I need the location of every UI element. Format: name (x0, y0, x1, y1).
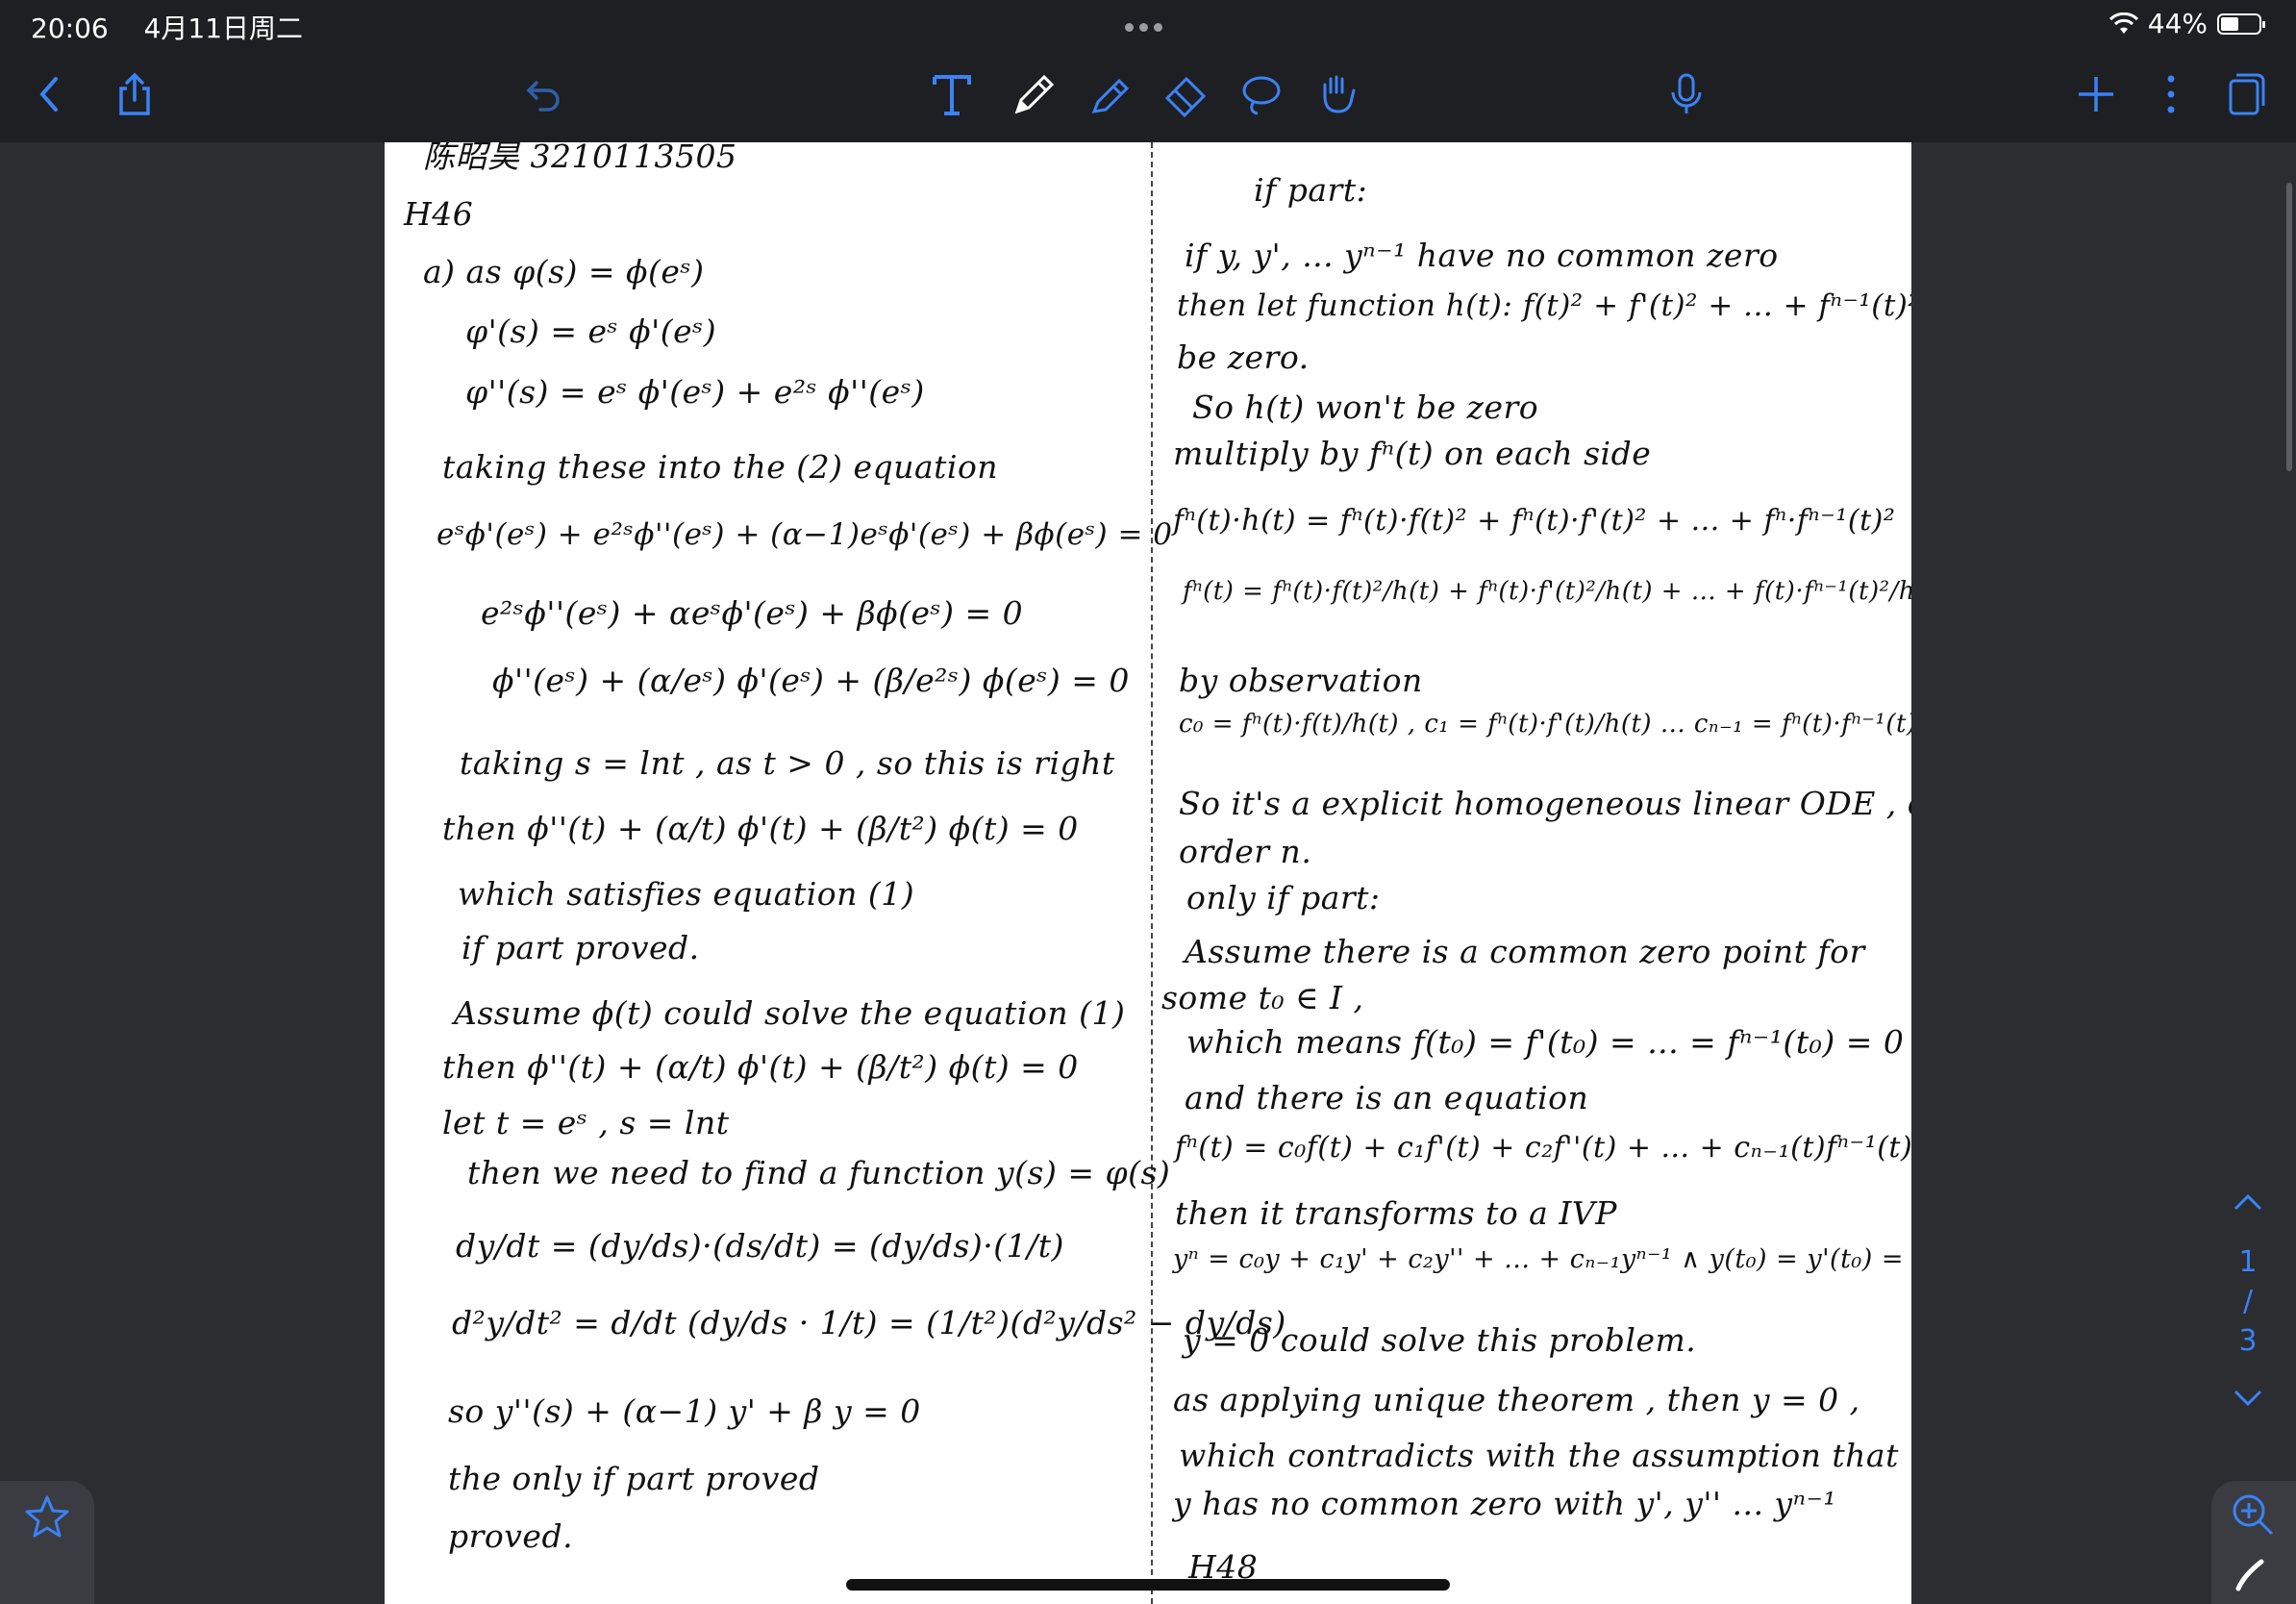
back-icon[interactable] (21, 65, 79, 123)
note-line: 陈昭昊 3210113505 (423, 142, 737, 175)
note-line: eˢϕ'(eˢ) + e²ˢϕ''(eˢ) + (α−1)eˢϕ'(eˢ) + … (437, 517, 1173, 552)
eraser-tool-icon[interactable] (1158, 65, 1215, 123)
wifi-icon (2109, 12, 2138, 34)
note-line: Assume there is a common zero point for (1185, 933, 1865, 970)
page-separator: / (2242, 1285, 2254, 1318)
star-icon (25, 1495, 69, 1538)
note-line: proved. (448, 1517, 574, 1555)
note-line: fⁿ(t) = fⁿ(t)·f(t)²/h(t) + fⁿ(t)·f'(t)²/… (1183, 577, 1911, 606)
multitasking-dots-icon[interactable] (1125, 17, 1171, 32)
note-line: then let function h(t): f(t)² + f'(t)² +… (1177, 288, 1911, 323)
note-line: which means f(t₀) = f'(t₀) = ... = fⁿ⁻¹(… (1186, 1023, 1905, 1061)
note-line: So it's a explicit homogeneous linear OD… (1179, 785, 1911, 822)
note-line: only if part: (1186, 879, 1381, 916)
highlighter-tool-icon[interactable] (1083, 65, 1140, 123)
note-line: Assume ϕ(t) could solve the equation (1) (454, 994, 1126, 1032)
microphone-icon[interactable] (1658, 65, 1715, 123)
note-line: if part: (1254, 171, 1368, 209)
hand-tool-icon[interactable] (1308, 65, 1365, 123)
more-icon[interactable] (2142, 65, 2200, 123)
note-line: and there is an equation (1185, 1079, 1589, 1116)
lasso-tool-icon[interactable] (1233, 65, 1290, 123)
page-navigator: 1 / 3 (2221, 1181, 2275, 1422)
note-line: c₀ = fⁿ(t)·f(t)/h(t) , c₁ = fⁿ(t)·f'(t)/… (1179, 710, 1911, 739)
note-line: then we need to find a function y(s) = φ… (467, 1154, 1171, 1191)
note-line: be zero. (1177, 338, 1310, 376)
zoom-panel (2211, 1481, 2296, 1604)
status-time: 20:06 (31, 13, 109, 44)
page-up-icon[interactable] (2221, 1187, 2275, 1220)
note-line: So h(t) won't be zero (1192, 388, 1539, 426)
note-line: y has no common zero with y', y'' ... yⁿ… (1173, 1485, 1837, 1522)
note-line: by observation (1179, 662, 1423, 699)
note-line: the only if part proved (448, 1460, 820, 1497)
share-icon[interactable] (106, 65, 163, 123)
battery-percent: 44% (2147, 8, 2208, 39)
note-line: a) as φ(s) = ϕ(eˢ) (423, 253, 705, 290)
status-right: 44% (2109, 8, 2265, 39)
pen-tool-icon[interactable] (1006, 65, 1063, 123)
note-line: which satisfies equation (1) (458, 875, 915, 913)
pages-icon[interactable] (2217, 65, 2275, 123)
note-line: φ'(s) = eˢ ϕ'(eˢ) (465, 313, 717, 350)
note-line: some t₀ ∈ I , (1161, 979, 1364, 1016)
column-divider (1151, 142, 1153, 1604)
status-left: 20:06 4月11日周二 (31, 8, 330, 46)
note-line: e²ˢϕ''(eˢ) + αeˢϕ'(eˢ) + βϕ(eˢ) = 0 (481, 594, 1024, 632)
status-bar: 20:06 4月11日周二 44% (0, 0, 2296, 46)
note-line: so y''(s) + (α−1) y' + β y = 0 (448, 1392, 921, 1430)
note-line: then ϕ''(t) + (α/t) ϕ'(t) + (β/t²) ϕ(t) … (442, 1048, 1079, 1086)
page-down-icon[interactable] (2221, 1383, 2275, 1416)
note-line: H46 (404, 195, 474, 233)
note-line: then it transforms to a IVP (1175, 1194, 1617, 1232)
status-date: 4月11日周二 (143, 13, 304, 44)
toolbar (0, 46, 2296, 142)
total-page-number: 3 (2238, 1324, 2258, 1358)
home-indicator[interactable] (846, 1579, 1450, 1591)
note-line: as applying unique theorem , then y = 0 … (1173, 1381, 1860, 1418)
pencil-hover-icon[interactable] (2233, 1556, 2271, 1594)
note-line: multiply by fⁿ(t) on each side (1173, 435, 1652, 472)
note-page[interactable]: 陈昭昊 3210113505 H46 a) as φ(s) = ϕ(eˢ) φ'… (385, 142, 1911, 1604)
scrollbar[interactable] (2286, 183, 2292, 471)
note-line: then ϕ''(t) + (α/t) ϕ'(t) + (β/t²) ϕ(t) … (442, 810, 1079, 847)
note-line: let t = eˢ , s = lnt (442, 1104, 730, 1141)
note-line: dy/dt = (dy/ds)·(ds/dt) = (dy/ds)·(1/t) (456, 1227, 1064, 1265)
add-page-icon[interactable] (2067, 65, 2125, 123)
note-line: fⁿ(t)·h(t) = fⁿ(t)·f(t)² + fⁿ(t)·f'(t)² … (1173, 504, 1896, 538)
note-line: if part proved. (462, 929, 700, 966)
current-page-number: 1 (2238, 1245, 2258, 1279)
note-line: which contradicts with the assumption th… (1179, 1437, 1899, 1474)
note-line: if y, y', ... yⁿ⁻¹ have no common zero (1185, 237, 1779, 274)
text-tool-icon[interactable] (923, 65, 981, 123)
note-line: d²y/dt² = d/dt (dy/ds · 1/t) = (1/t²)(d²… (452, 1304, 1286, 1341)
note-line: fⁿ(t) = c₀f(t) + c₁f'(t) + c₂f''(t) + ..… (1175, 1131, 1911, 1165)
battery-icon (2217, 13, 2265, 35)
note-line: yⁿ = c₀y + c₁y' + c₂y'' + ... + cₙ₋₁yⁿ⁻¹… (1173, 1244, 1911, 1274)
note-line: taking s = lnt , as t > 0 , so this is r… (460, 744, 1115, 782)
undo-icon[interactable] (515, 65, 573, 123)
note-line: φ''(s) = eˢ ϕ'(eˢ) + e²ˢ ϕ''(eˢ) (465, 373, 925, 411)
note-line: ϕ''(eˢ) + (α/eˢ) ϕ'(eˢ) + (β/e²ˢ) ϕ(eˢ) … (492, 662, 1130, 699)
favorite-button[interactable] (0, 1481, 94, 1604)
note-line: y = 0 could solve this problem. (1183, 1321, 1697, 1359)
note-line: order n. (1179, 833, 1312, 870)
zoom-in-icon[interactable] (2229, 1491, 2277, 1539)
note-line: taking these into the (2) equation (442, 448, 999, 486)
